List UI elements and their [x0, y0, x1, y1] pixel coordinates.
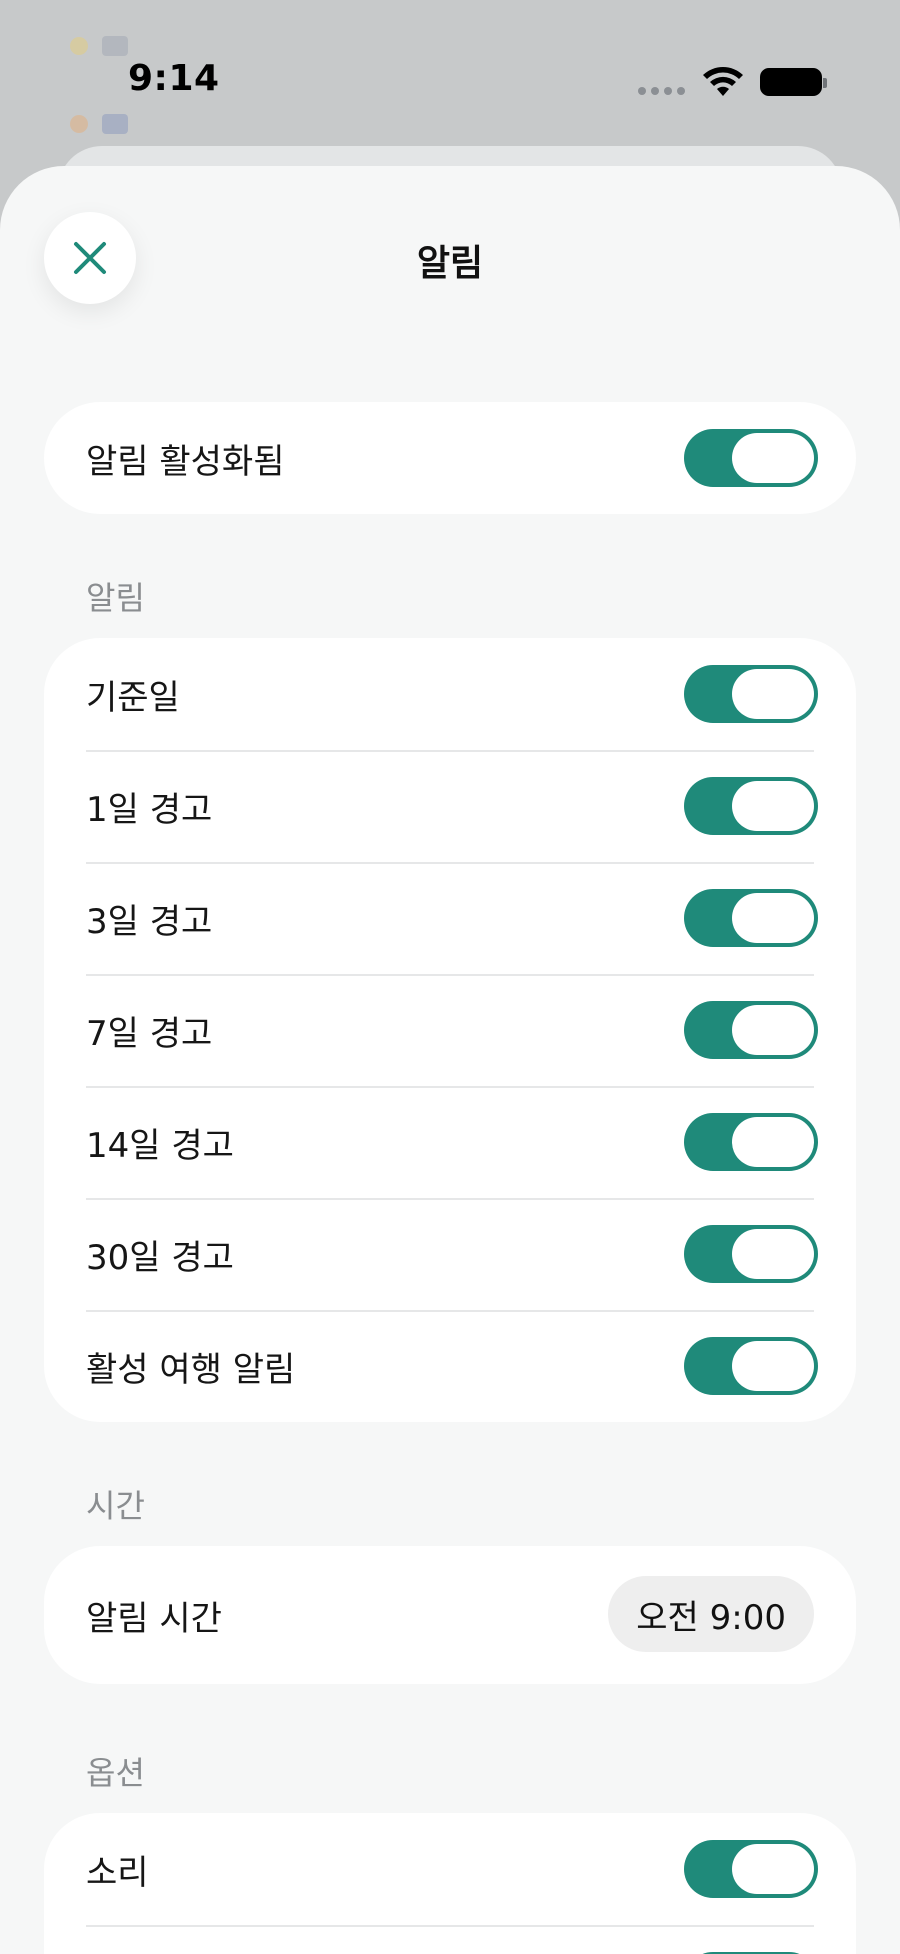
- background-row: [70, 26, 128, 66]
- sound-row: 소리: [44, 1813, 856, 1925]
- master-toggle-card: 알림 활성화됨: [44, 402, 856, 514]
- toggle-knob: [732, 781, 814, 831]
- alert-row-7-day: 7일 경고: [44, 974, 856, 1086]
- section-header-options: 옵션: [86, 1754, 145, 1792]
- time-card: 알림 시간 오전 9:00: [44, 1546, 856, 1684]
- toggle-knob: [732, 1229, 814, 1279]
- toggle-knob: [732, 1005, 814, 1055]
- options-row-partial: [44, 1925, 856, 1954]
- toggle-knob: [732, 1844, 814, 1894]
- alert-row-30-day: 30일 경고: [44, 1198, 856, 1310]
- sound-label: 소리: [86, 1852, 149, 1893]
- alert-toggle-active-trip[interactable]: [684, 1337, 818, 1395]
- status-time: 9:14: [128, 58, 220, 99]
- cellular-signal-icon: [638, 87, 685, 95]
- alert-row-label: 1일 경고: [86, 789, 213, 830]
- background-row: [70, 104, 128, 144]
- notification-time-picker[interactable]: 오전 9:00: [608, 1576, 814, 1652]
- alert-row-label: 기준일: [86, 677, 180, 718]
- section-header-alerts: 알림: [86, 579, 145, 617]
- alert-toggle-base-date[interactable]: [684, 665, 818, 723]
- notifications-enabled-row: 알림 활성화됨: [44, 402, 856, 514]
- notification-time-label: 알림 시간: [86, 1598, 222, 1639]
- options-card: 소리: [44, 1813, 856, 1954]
- notification-time-row: 알림 시간 오전 9:00: [44, 1546, 856, 1684]
- toggle-knob: [732, 1117, 814, 1167]
- alert-toggle-14-day[interactable]: [684, 1113, 818, 1171]
- alert-toggle-30-day[interactable]: [684, 1225, 818, 1283]
- alert-row-label: 7일 경고: [86, 1013, 213, 1054]
- sound-toggle[interactable]: [684, 1840, 818, 1898]
- alert-row-base-date: 기준일: [44, 638, 856, 750]
- alert-row-label: 30일 경고: [86, 1237, 234, 1278]
- notifications-enabled-label: 알림 활성화됨: [86, 441, 285, 482]
- notifications-enabled-toggle[interactable]: [684, 429, 818, 487]
- battery-icon: [760, 68, 827, 96]
- section-header-time: 시간: [86, 1487, 145, 1525]
- alert-row-label: 14일 경고: [86, 1125, 234, 1166]
- alert-row-label: 활성 여행 알림: [86, 1349, 296, 1390]
- alert-row-3-day: 3일 경고: [44, 862, 856, 974]
- toggle-knob: [732, 669, 814, 719]
- toggle-knob: [732, 893, 814, 943]
- alert-row-1-day: 1일 경고: [44, 750, 856, 862]
- alert-toggle-1-day[interactable]: [684, 777, 818, 835]
- alert-row-14-day: 14일 경고: [44, 1086, 856, 1198]
- wifi-icon: [703, 67, 743, 96]
- toggle-knob: [732, 433, 814, 483]
- sheet-title: 알림: [416, 243, 484, 284]
- alert-toggle-3-day[interactable]: [684, 889, 818, 947]
- toggle-knob: [732, 1341, 814, 1391]
- alert-row-active-trip: 활성 여행 알림: [44, 1310, 856, 1422]
- alert-toggle-7-day[interactable]: [684, 1001, 818, 1059]
- alerts-card: 기준일 1일 경고 3일 경고 7일 경고 14일 경고 30일 경고 활성 여…: [44, 638, 856, 1422]
- alert-row-label: 3일 경고: [86, 901, 213, 942]
